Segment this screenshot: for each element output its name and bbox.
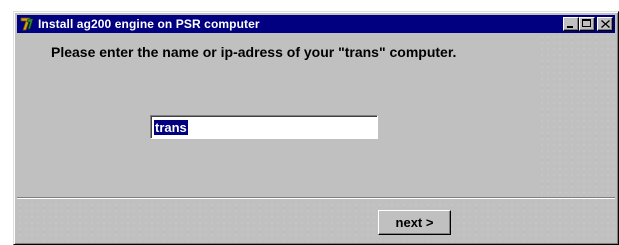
maximize-button[interactable] [579,17,595,31]
computer-name-input[interactable]: trans [150,115,378,139]
computer-name-value[interactable]: trans [154,120,188,135]
dialog-body: Please enter the name or ip-adress of yo… [17,34,615,241]
maximize-icon [582,19,591,27]
minimize-icon [567,26,573,28]
next-button[interactable]: next > [378,210,451,235]
title-bar[interactable]: Install ag200 engine on PSR computer [17,15,615,33]
installer-window: Install ag200 engine on PSR computer Ple… [13,11,619,245]
window-title: Install ag200 engine on PSR computer [38,17,260,31]
close-icon [600,15,610,33]
prompt-label: Please enter the name or ip-adress of yo… [51,44,457,60]
button-separator [17,197,615,199]
close-button[interactable] [597,17,613,31]
window-controls [563,17,613,31]
minimize-button[interactable] [563,17,579,31]
app-logo-icon [19,16,35,32]
